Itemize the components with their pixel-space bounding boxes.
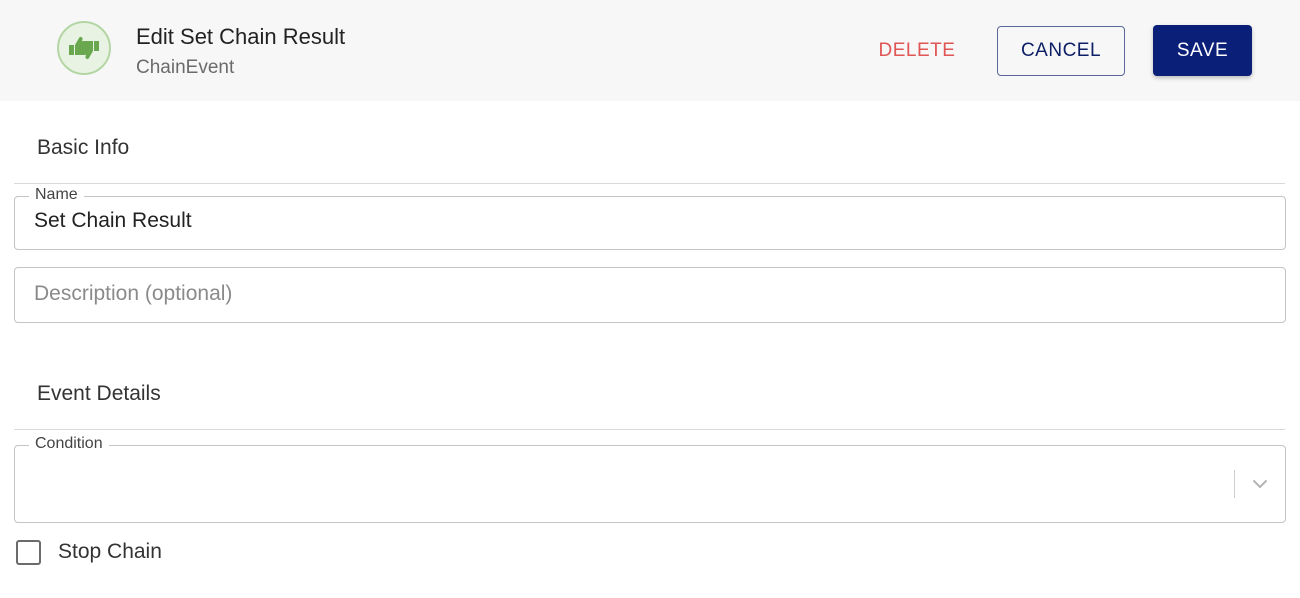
dialog-title: Edit Set Chain Result [136,24,346,49]
description-placeholder[interactable]: Description (optional) [34,282,232,306]
basic-info-divider [14,183,1285,184]
condition-field-label: Condition [29,435,109,453]
name-field-value[interactable]: Set Chain Result [34,209,192,233]
basic-info-heading: Basic Info [37,136,130,159]
dialog-subtitle: ChainEvent [136,57,235,78]
select-separator [1234,470,1235,498]
stop-chain-checkbox[interactable] [16,540,41,565]
thumbs-up-down-icon [57,21,111,75]
dialog-header: Edit Set Chain Result ChainEvent DELETE … [0,0,1300,101]
delete-button[interactable]: DELETE [866,27,968,75]
cancel-button[interactable]: CANCEL [997,26,1125,76]
save-button[interactable]: SAVE [1153,25,1252,76]
event-details-heading: Event Details [37,382,161,405]
description-field[interactable]: Description (optional) [14,267,1286,323]
event-details-divider [14,429,1285,430]
stop-chain-label[interactable]: Stop Chain [58,540,162,564]
condition-select[interactable]: Condition [14,435,1286,523]
name-field[interactable]: Name Set Chain Result [14,186,1286,250]
chevron-down-icon[interactable] [1250,474,1270,494]
name-field-label: Name [29,186,84,204]
